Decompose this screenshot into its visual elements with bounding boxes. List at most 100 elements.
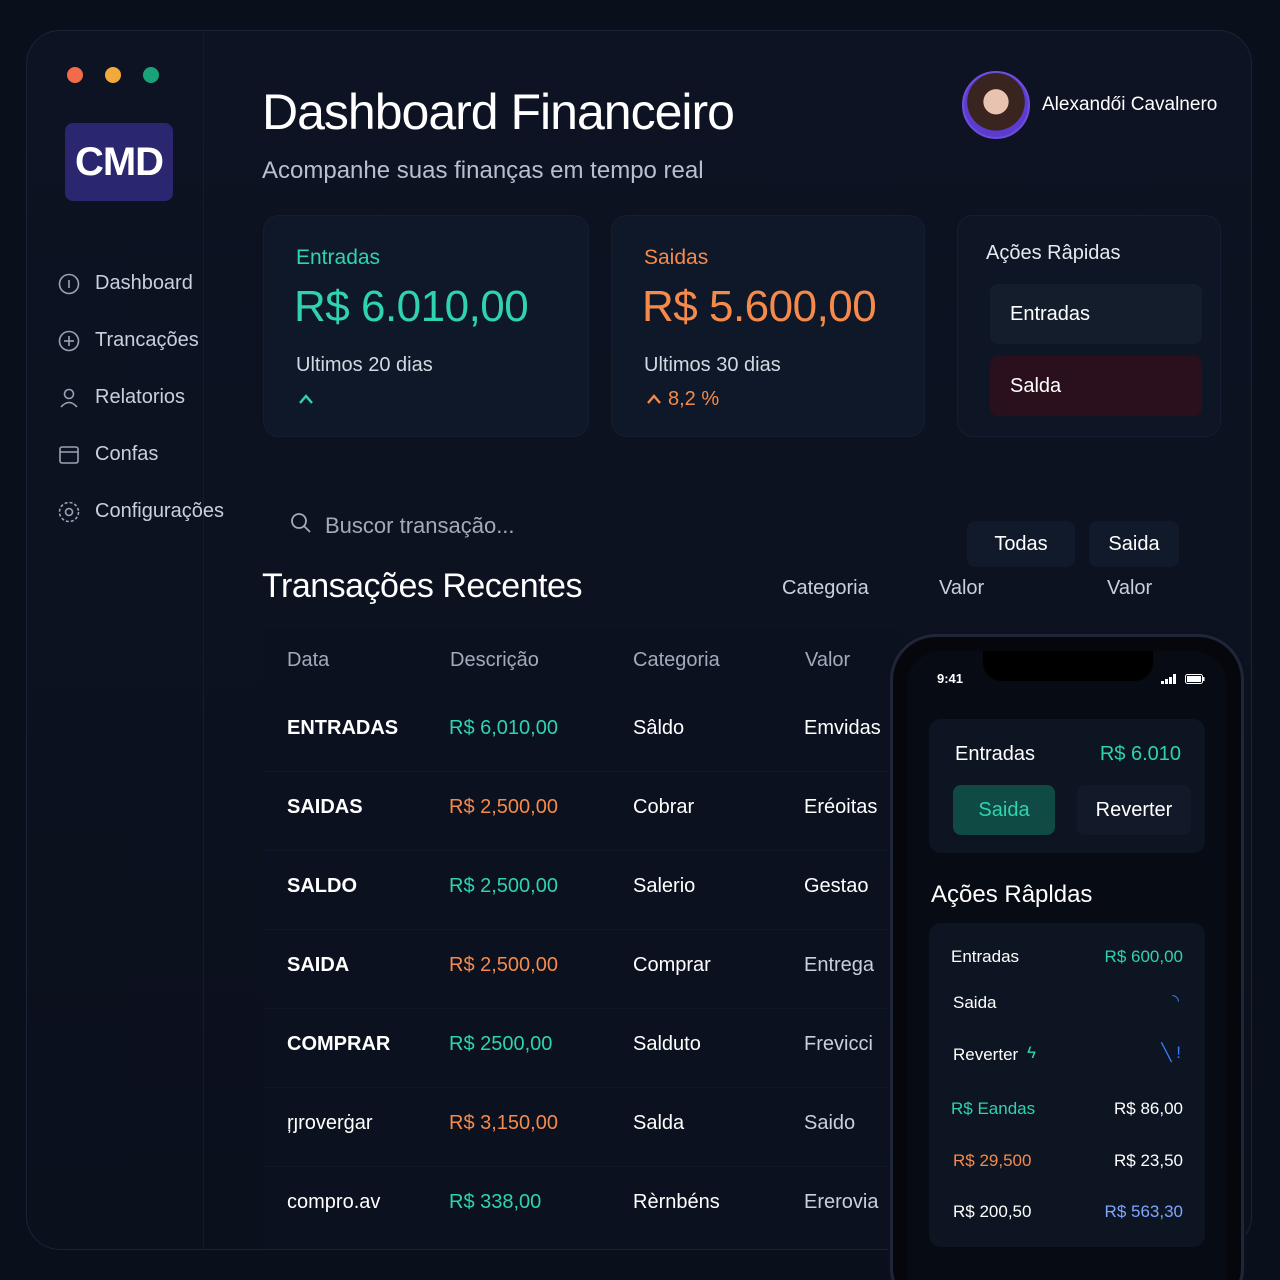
cell-valor: Eréoitas bbox=[804, 796, 878, 818]
quick-actions-panel: Ações Râpidas Entradas Salda bbox=[957, 215, 1221, 437]
cell-categoria: Rèrnbéns bbox=[633, 1191, 720, 1213]
cell-valor: Emvidas bbox=[804, 717, 881, 739]
column-header-data[interactable]: Data bbox=[287, 649, 329, 672]
phone-list-right: R$ 23,50 bbox=[1114, 1151, 1183, 1170]
phone-list-left[interactable]: R$ 200,50 bbox=[953, 1202, 1031, 1222]
alert-icon: ╲ ! bbox=[1161, 1043, 1181, 1062]
phone-entradas-value: R$ 6.010 bbox=[1099, 743, 1181, 765]
table-row[interactable]: ŗȷroverġar R$ 3,150,00 Salda Saido bbox=[263, 1088, 903, 1167]
sidebar-item-label: Trancações bbox=[95, 329, 199, 351]
card-period: Ultimos 20 dias bbox=[296, 354, 433, 376]
filter-todas-button[interactable]: Todas bbox=[967, 521, 1075, 567]
maximize-dot[interactable] bbox=[143, 67, 159, 83]
chevron-up-icon bbox=[298, 388, 314, 411]
sidebar-item-label: Relatorios bbox=[95, 386, 186, 408]
transactions-title: Transações Recentes bbox=[262, 567, 582, 605]
filter-saida-button[interactable]: Saida bbox=[1089, 521, 1179, 567]
quick-actions-title: Ações Râpidas bbox=[986, 242, 1121, 264]
chevron-up-icon bbox=[646, 388, 662, 411]
loading-icon: ◝ bbox=[1172, 991, 1179, 1010]
sidebar-divider bbox=[203, 31, 204, 1249]
cell-descricao: R$ 2500,00 bbox=[449, 1033, 553, 1055]
sidebar-item-dashboard[interactable]: Dashboard bbox=[57, 255, 257, 312]
sidebar-item-trancacoes[interactable]: Trancações bbox=[57, 312, 257, 369]
table-row[interactable]: SAIDAS R$ 2,500,00 Cobrar Eréoitas bbox=[263, 772, 903, 851]
section-column-valor[interactable]: Valor bbox=[939, 577, 984, 600]
bolt-icon: ϟ bbox=[1027, 1043, 1036, 1062]
table-row[interactable]: compro.av R$ 338,00 Rèrnbéns Ererovia bbox=[263, 1167, 903, 1246]
search-bar[interactable]: Buscor transação... bbox=[289, 511, 515, 541]
transactions-table: Data Descrição Categoria Valor ENTRADAS … bbox=[263, 629, 903, 1249]
phone-list-left[interactable]: Reverter bbox=[953, 1045, 1018, 1065]
entradas-button[interactable]: Entradas bbox=[990, 284, 1202, 344]
cell-categoria: Cobrar bbox=[633, 796, 695, 818]
trend-value: 8,2 % bbox=[668, 388, 720, 410]
trend-indicator: 8,2 % bbox=[646, 388, 719, 411]
card-value: R$ 5.600,00 bbox=[642, 282, 877, 331]
phone-list-left[interactable]: R$ 29,500 bbox=[953, 1151, 1031, 1171]
table-row[interactable]: SALDO R$ 2,500,00 Salerio Gestao bbox=[263, 851, 903, 930]
cell-data: ŗȷroverġar bbox=[287, 1112, 373, 1134]
sidebar-item-confas[interactable]: Confas bbox=[57, 426, 257, 483]
phone-list-right: R$ 86,00 bbox=[1114, 1099, 1183, 1118]
phone-saida-button[interactable]: Saida bbox=[953, 785, 1055, 835]
user-icon bbox=[57, 386, 81, 410]
cell-valor: Gestao bbox=[804, 875, 869, 897]
table-row[interactable]: COMPRAR R$ 2500,00 Salduto Frevicci bbox=[263, 1009, 903, 1088]
phone-list-left[interactable]: Saida bbox=[953, 993, 996, 1013]
minimize-dot[interactable] bbox=[105, 67, 121, 83]
window-controls bbox=[67, 67, 159, 83]
cell-valor: Entrega bbox=[804, 954, 875, 976]
cell-data: SAIDAS bbox=[287, 796, 363, 818]
cell-categoria: Salda bbox=[633, 1112, 685, 1134]
phone-reverter-button[interactable]: Reverter bbox=[1077, 785, 1191, 835]
phone-list-left[interactable]: R$ Eandas bbox=[951, 1099, 1035, 1119]
phone-quick-list: Entradas R$ 600,00 Saida ◝ Reverter ϟ ╲ … bbox=[929, 923, 1205, 1247]
cell-descricao: R$ 3,150,00 bbox=[449, 1112, 558, 1134]
trend-indicator bbox=[298, 388, 314, 411]
column-header-categoria[interactable]: Categoria bbox=[633, 649, 720, 672]
table-row[interactable]: SAIDA R$ 2,500,00 Comprar Entrega bbox=[263, 930, 903, 1009]
sidebar-item-configuracoes[interactable]: Configurações bbox=[57, 483, 257, 540]
cell-data: COMPRAR bbox=[287, 1033, 391, 1055]
phone-notch bbox=[983, 651, 1153, 681]
close-dot[interactable] bbox=[67, 67, 83, 83]
phone-quick-title: Ações Râpldas bbox=[931, 881, 1093, 908]
sidebar-item-label: Confas bbox=[95, 443, 159, 465]
phone-list-left[interactable]: Entradas bbox=[951, 947, 1019, 967]
cell-descricao: R$ 6,010,00 bbox=[449, 717, 558, 739]
column-header-descricao[interactable]: Descrição bbox=[450, 649, 539, 672]
section-column-categoria[interactable]: Categoria bbox=[782, 577, 869, 600]
plus-circle-icon bbox=[57, 329, 81, 353]
app-logo[interactable]: CMD bbox=[65, 123, 173, 201]
battery-icon bbox=[1185, 671, 1205, 689]
cell-data: SALDO bbox=[287, 875, 357, 897]
avatar[interactable] bbox=[962, 71, 1030, 139]
cell-categoria: Salerio bbox=[633, 875, 696, 897]
user-name: Alexandői Cavalnero bbox=[1042, 94, 1218, 115]
phone-list-right: R$ 563,30 bbox=[1104, 1202, 1183, 1221]
user-profile[interactable]: Alexandői Cavalnero bbox=[962, 71, 1217, 139]
sidebar-item-label: Configurações bbox=[95, 500, 224, 522]
cell-descricao: R$ 338,00 bbox=[449, 1191, 542, 1213]
card-label: Entradas bbox=[296, 246, 381, 269]
cell-categoria: Sâldo bbox=[633, 717, 685, 739]
card-icon bbox=[57, 443, 81, 467]
phone-entradas-label: Entradas bbox=[955, 743, 1036, 765]
cell-valor: Frevicci bbox=[804, 1033, 873, 1055]
saidas-card: Saidas R$ 5.600,00 Ultimos 30 dias 8,2 % bbox=[611, 215, 925, 437]
cell-categoria: Comprar bbox=[633, 954, 711, 976]
phone-entradas-card: Entradas R$ 6.010 Saida Reverter bbox=[929, 719, 1205, 853]
search-input[interactable]: Buscor transação... bbox=[325, 513, 515, 539]
section-column-valor-2[interactable]: Valor bbox=[1107, 577, 1152, 600]
settings-icon bbox=[57, 500, 81, 524]
phone-time: 9:41 bbox=[937, 671, 964, 686]
cell-descricao: R$ 2,500,00 bbox=[449, 954, 558, 976]
info-circle-icon bbox=[57, 272, 81, 296]
column-header-valor[interactable]: Valor bbox=[805, 649, 850, 672]
phone-list-right: R$ 600,00 bbox=[1104, 947, 1183, 966]
sidebar-item-relatorios[interactable]: Relatorios bbox=[57, 369, 257, 426]
phone-mockup: 9:41 Entradas R$ 6.010 Saida Reverter Aç… bbox=[890, 634, 1244, 1280]
table-row[interactable]: ENTRADAS R$ 6,010,00 Sâldo Emvidas bbox=[263, 693, 903, 772]
saida-button[interactable]: Salda bbox=[990, 356, 1202, 416]
